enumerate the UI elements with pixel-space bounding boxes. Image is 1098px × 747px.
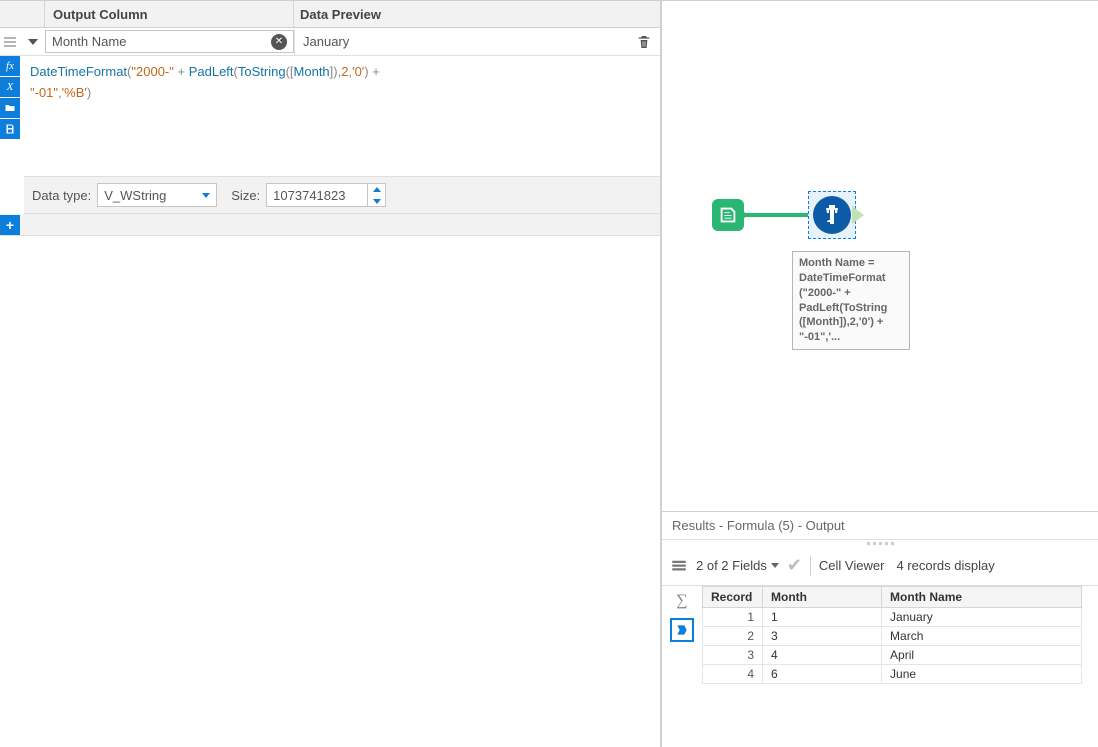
results-body: ∑ RecordMonthMonth Name11January23March3… xyxy=(662,586,1098,747)
datatype-value: V_WString xyxy=(104,188,166,203)
size-value: 1073741823 xyxy=(267,188,367,203)
workflow-canvas[interactable]: Month Name = DateTimeFormat ("2000-" + P… xyxy=(661,1,1098,511)
table-row[interactable]: 11January xyxy=(703,608,1082,627)
text-input-tool[interactable] xyxy=(712,199,744,231)
datatype-label: Data type: xyxy=(32,188,91,203)
dropdown-caret-icon xyxy=(202,193,210,198)
data-preview-header: Data Preview xyxy=(294,1,660,27)
datatype-row: Data type: V_WString Size: 1073741823 xyxy=(24,176,660,214)
config-panel: Output Column Data Preview ✕ January fx … xyxy=(0,0,661,747)
expression-row: ✕ January xyxy=(0,28,660,56)
expand-toggle[interactable] xyxy=(20,28,45,55)
tool-annotation: Month Name = DateTimeFormat ("2000-" + P… xyxy=(792,251,910,350)
preview-value: January xyxy=(303,34,349,49)
results-left-gutter: ∑ xyxy=(662,586,702,747)
results-title: Results - Formula (5) - Output xyxy=(662,512,1098,540)
spin-down-icon[interactable] xyxy=(368,195,385,207)
cell-viewer-dropdown[interactable]: Cell Viewer xyxy=(819,558,889,573)
table-row[interactable]: 23March xyxy=(703,627,1082,646)
formula-tool[interactable] xyxy=(808,191,856,239)
output-column-header: Output Column xyxy=(45,1,294,27)
results-table[interactable]: RecordMonthMonth Name11January23March34A… xyxy=(702,586,1098,747)
results-toolbar: 2 of 2 Fields ✔ Cell Viewer 4 records di… xyxy=(662,546,1098,586)
add-row-bar: + xyxy=(0,214,660,236)
add-expression-button[interactable]: + xyxy=(0,215,20,235)
fx-button[interactable]: fx xyxy=(0,56,20,76)
records-label: 4 records display xyxy=(896,558,994,573)
column-header[interactable]: Record xyxy=(703,587,763,608)
table-row[interactable]: 34April xyxy=(703,646,1082,665)
layout-icon[interactable] xyxy=(670,557,688,575)
formula-editor[interactable]: DateTimeFormat("2000-" + PadLeft(ToStrin… xyxy=(20,56,660,176)
check-icon[interactable]: ✔ xyxy=(787,555,802,576)
output-column-input[interactable] xyxy=(52,34,271,49)
data-preview-cell: January xyxy=(294,28,660,55)
output-column-field[interactable]: ✕ xyxy=(45,30,294,53)
connection-line[interactable] xyxy=(744,213,812,217)
clear-icon[interactable]: ✕ xyxy=(271,34,287,50)
formula-area: fx X DateTimeFormat("2000-" + PadLeft(To… xyxy=(0,56,660,176)
delete-icon[interactable] xyxy=(636,33,652,51)
formula-header-row: Output Column Data Preview xyxy=(0,0,660,28)
sigma-icon[interactable]: ∑ xyxy=(671,590,693,612)
drag-handle-icon[interactable] xyxy=(0,28,20,55)
folder-open-icon[interactable] xyxy=(0,98,20,118)
spin-up-icon[interactable] xyxy=(368,183,385,195)
formula-sidebar: fx X xyxy=(0,56,20,176)
browse-icon[interactable] xyxy=(670,618,694,642)
anchor-output-icon xyxy=(852,206,864,224)
gutter-header xyxy=(0,1,45,27)
size-input[interactable]: 1073741823 xyxy=(266,183,386,207)
size-spinner xyxy=(367,183,385,207)
column-header[interactable]: Month xyxy=(763,587,882,608)
fields-dropdown[interactable]: 2 of 2 Fields xyxy=(696,558,779,573)
results-pane: Results - Formula (5) - Output 2 of 2 Fi… xyxy=(661,511,1098,747)
x-variable-button[interactable]: X xyxy=(0,77,20,97)
table-row[interactable]: 46June xyxy=(703,665,1082,684)
datatype-select[interactable]: V_WString xyxy=(97,183,217,207)
right-panel: Month Name = DateTimeFormat ("2000-" + P… xyxy=(661,0,1098,747)
size-label: Size: xyxy=(231,188,260,203)
separator xyxy=(810,556,811,576)
column-header[interactable]: Month Name xyxy=(882,587,1082,608)
save-icon[interactable] xyxy=(0,119,20,139)
